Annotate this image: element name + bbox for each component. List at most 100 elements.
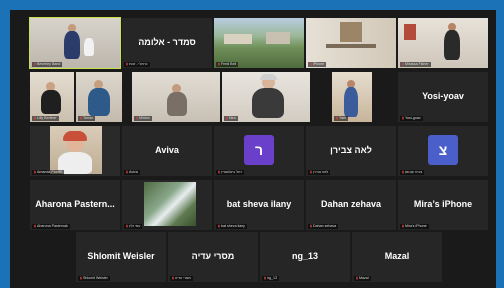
participant-name-label: ▮Mira's iPhone	[400, 224, 429, 229]
mic-muted-icon: ▮	[310, 62, 312, 66]
participant-tile[interactable]: ר ▮רחל ביגלשטיין	[214, 126, 304, 176]
mic-muted-icon: ▮	[136, 116, 138, 120]
participant-name-label: ▮Shlomit Weisler	[78, 276, 110, 281]
participant-name-label: ▮רחל ביגלשטיין	[216, 170, 245, 175]
mic-muted-icon: ▮	[336, 116, 338, 120]
mic-muted-icon: ▮	[80, 276, 82, 280]
participant-display-name: לאה צבירן	[330, 145, 372, 155]
mic-muted-icon: ▮	[126, 62, 128, 66]
participant-name-label: ▮iPhone	[308, 62, 327, 67]
mic-muted-icon: ▮	[402, 116, 404, 120]
mic-muted-icon: ▮	[218, 62, 220, 66]
participant-tile[interactable]: Yosi-yoav ▮Yosi-goav	[398, 72, 488, 122]
video-feed	[222, 72, 310, 122]
participant-tile[interactable]: Shlomit Weisler ▮Shlomit Weisler	[76, 232, 166, 282]
participant-name-label: ▮לאה צבירן	[308, 170, 331, 175]
participant-name-label: ▮Nira	[224, 116, 238, 121]
participant-tile[interactable]: bat sheva ilany ▮bat sheva ilany	[214, 180, 304, 230]
participant-tile[interactable]: ▮Yael	[332, 72, 372, 122]
participant-name-label: ▮Amanda Fiorelli	[32, 170, 64, 175]
participant-display-name: Mira’s iPhone	[413, 199, 473, 209]
participant-name-label: ▮Lilly Berliner	[32, 116, 59, 121]
mic-muted-icon: ▮	[402, 224, 404, 228]
video-feed	[332, 72, 372, 122]
mic-muted-icon: ▮	[34, 170, 36, 174]
mic-muted-icon: ▮	[126, 224, 128, 228]
participant-tile[interactable]: ▮Miriam	[132, 72, 220, 122]
participant-tile[interactable]: צ ▮צביה קוטמן	[398, 126, 488, 176]
participant-tile[interactable]: מסרי עדיה ▮מסרי עדיה	[168, 232, 258, 282]
participant-name-label: ▮מסרי עדיה	[170, 276, 193, 281]
participant-tile[interactable]: ng_13 ▮ng_13	[260, 232, 350, 282]
participant-display-name: Aviva	[155, 145, 179, 155]
video-feed	[398, 18, 488, 68]
participant-tile[interactable]: ▮iPhone	[306, 18, 396, 68]
mic-muted-icon: ▮	[402, 62, 404, 66]
participant-display-name: bat sheva ilany	[226, 199, 292, 209]
participant-display-name: מסרי עדיה	[191, 251, 235, 261]
video-feed	[30, 126, 120, 176]
participant-tile[interactable]: Mazal ▮Mazal	[352, 232, 442, 282]
mic-muted-icon: ▮	[226, 116, 228, 120]
participant-display-name: Dahan zehava	[320, 199, 382, 209]
video-feed	[306, 18, 396, 68]
participant-tile[interactable]: ▮Tamar	[76, 72, 122, 122]
participant-name-label: ▮Tamar	[78, 116, 95, 121]
video-feed	[122, 180, 212, 230]
mic-muted-icon: ▮	[34, 62, 36, 66]
video-feed	[132, 72, 220, 122]
participant-tile[interactable]: סמדר - אלומה ▮כרמל י- זכות	[122, 18, 212, 68]
participant-name-label: ▮Dahan zehava	[308, 224, 339, 229]
participant-display-name: Mazal	[384, 251, 410, 261]
participant-name-label: ▮Fredi Bell	[216, 62, 239, 67]
participant-name-label: ▮עמי זלץ	[124, 224, 143, 229]
participant-name-label: ▮צביה קוטמן	[400, 170, 425, 175]
participant-name-label: ▮Beverley Band	[32, 62, 63, 67]
mic-muted-icon: ▮	[126, 170, 128, 174]
video-feed	[214, 18, 304, 68]
participant-tile[interactable]: לאה צבירן ▮לאה צבירן	[306, 126, 396, 176]
mic-muted-icon: ▮	[34, 116, 36, 120]
participant-name-label: ▮Mirassa Fisher	[400, 62, 431, 67]
participant-display-name: Yosi-yoav	[422, 91, 464, 101]
participant-name-label: ▮כרמל י- זכות	[124, 62, 150, 67]
mic-muted-icon: ▮	[402, 170, 404, 174]
participant-display-name: סמדר - אלומה	[138, 37, 196, 47]
participant-tile[interactable]: ▮Nira	[222, 72, 310, 122]
video-feed	[30, 18, 120, 68]
mic-muted-icon: ▮	[218, 170, 220, 174]
participant-name-label: ▮Miriam	[134, 116, 152, 121]
mic-muted-icon: ▮	[172, 276, 174, 280]
mic-muted-icon: ▮	[34, 224, 36, 228]
participant-display-name: Shlomit Weisler	[87, 251, 155, 261]
participant-tile[interactable]: ▮Amanda Fiorelli	[30, 126, 120, 176]
participant-tile[interactable]: ▮Lilly Berliner	[30, 72, 74, 122]
participant-name-label: ▮bat sheva ilany	[216, 224, 247, 229]
avatar: ר	[244, 134, 274, 165]
participant-tile[interactable]: ▮Mirassa Fisher	[398, 18, 488, 68]
mic-muted-icon: ▮	[310, 224, 312, 228]
mic-muted-icon: ▮	[310, 170, 312, 174]
participant-display-name: Aharona Pastern...	[35, 199, 115, 209]
participant-name-label: ▮Yosi-goav	[400, 116, 423, 121]
participant-tile[interactable]: Aviva ▮Aviva	[122, 126, 212, 176]
video-feed	[30, 72, 74, 122]
participant-tile[interactable]: Aharona Pastern... ▮Aharona Pasternak	[30, 180, 120, 230]
participant-tile[interactable]: ▮Beverley Band	[29, 17, 121, 69]
meeting-gallery: ▮Beverley Band סמדר - אלומה ▮כרמל י- זכו…	[10, 10, 496, 288]
participant-name-label: ▮Aharona Pasternak	[32, 224, 70, 229]
participant-name-label: ▮ng_13	[262, 276, 279, 281]
mic-muted-icon: ▮	[80, 116, 82, 120]
participant-tile[interactable]: ▮Fredi Bell	[214, 18, 304, 68]
mic-muted-icon: ▮	[264, 276, 266, 280]
avatar: צ	[428, 134, 458, 165]
participant-name-label: ▮Mazal	[354, 276, 371, 281]
participant-tile[interactable]: Mira’s iPhone ▮Mira's iPhone	[398, 180, 488, 230]
participant-name-label: ▮Aviva	[124, 170, 140, 175]
participant-tile[interactable]: Dahan zehava ▮Dahan zehava	[306, 180, 396, 230]
participant-name-label: ▮Yael	[334, 116, 348, 121]
mic-muted-icon: ▮	[218, 224, 220, 228]
participant-display-name: ng_13	[291, 251, 318, 261]
mic-muted-icon: ▮	[356, 276, 358, 280]
participant-tile[interactable]: ▮עמי זלץ	[122, 180, 212, 230]
